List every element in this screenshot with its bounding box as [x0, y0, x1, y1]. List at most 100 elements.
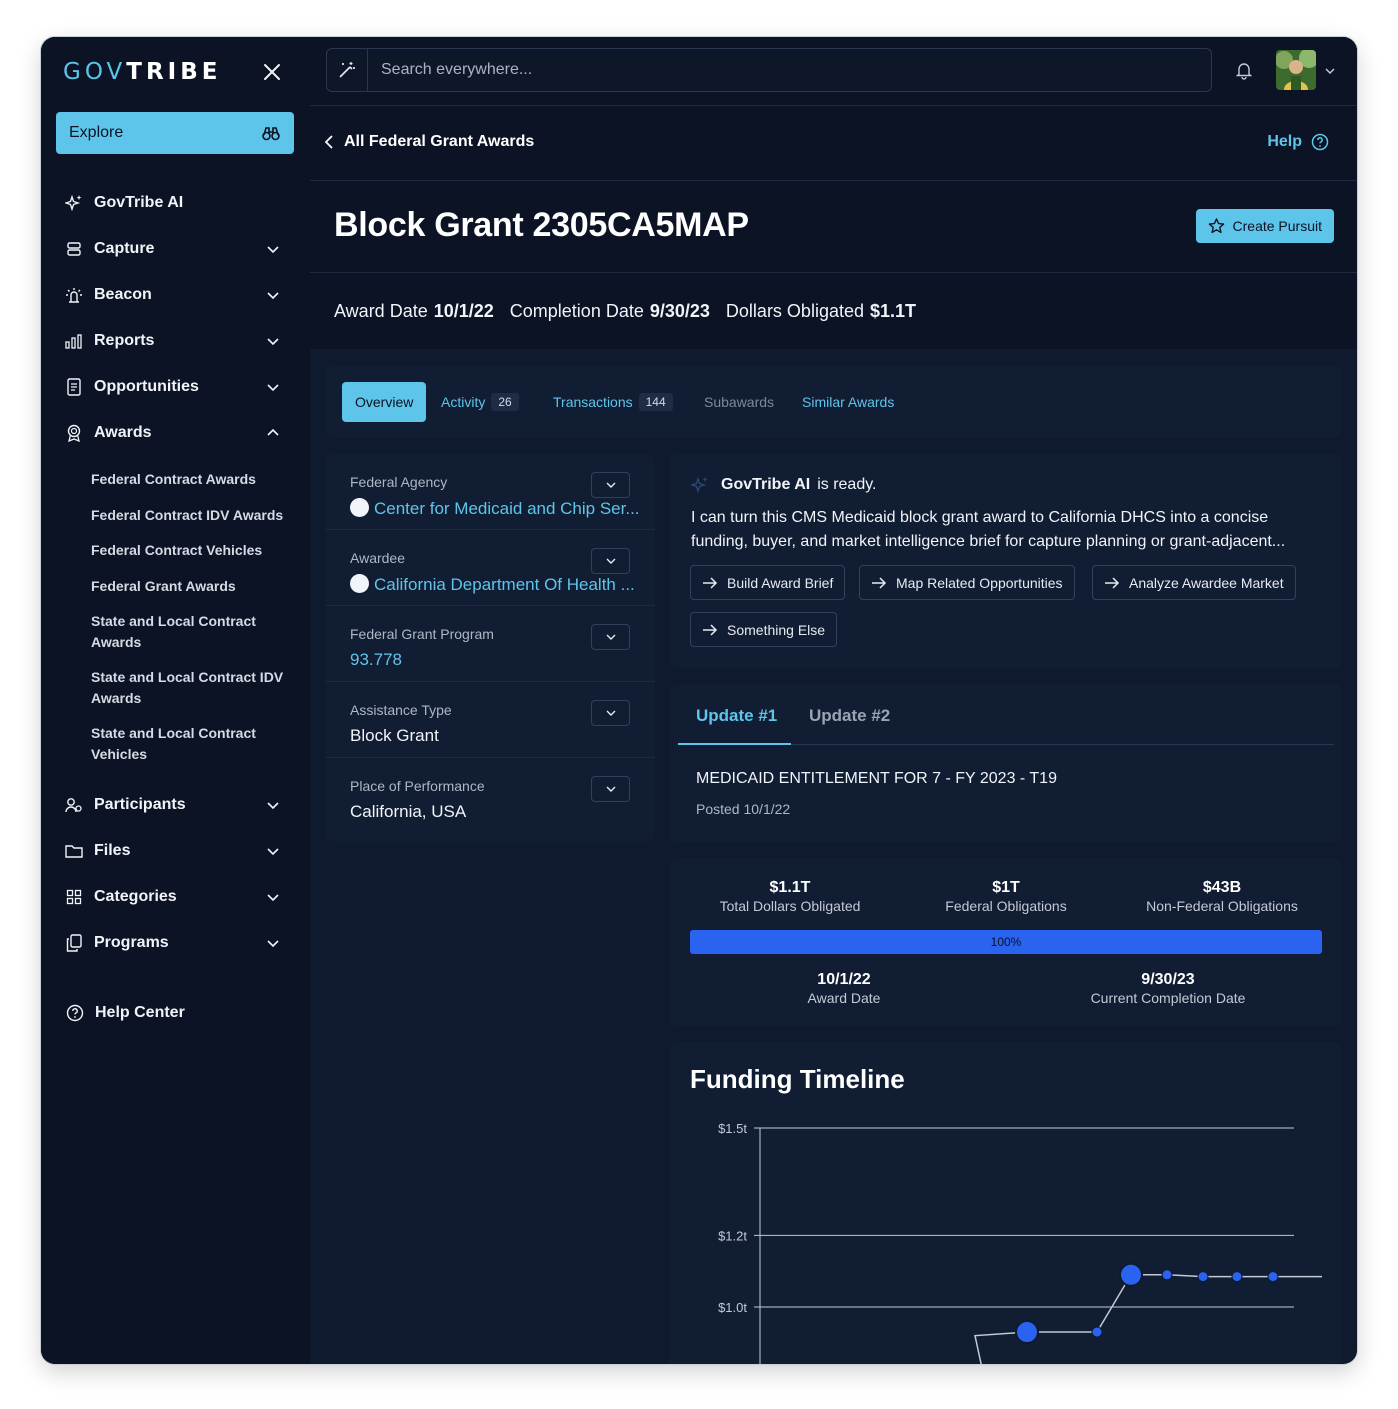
- tab-count-badge: 26: [491, 393, 519, 411]
- stat-total-dollars: $1.1T Total Dollars Obligated: [690, 879, 890, 914]
- tab-similar-awards[interactable]: Similar Awards: [802, 382, 894, 422]
- search-input[interactable]: Search everywhere...: [368, 61, 532, 79]
- tab-update-1[interactable]: Update #1: [696, 706, 777, 726]
- detail-value-text: California Department Of Health ...: [374, 575, 635, 594]
- search-bar[interactable]: Search everywhere...: [326, 48, 1212, 92]
- detail-value: Block Grant: [350, 726, 439, 745]
- sidebar-item-opportunities[interactable]: Opportunities: [65, 374, 281, 400]
- award-date-value: 10/1/22: [433, 301, 494, 321]
- detail-label: Place of Performance: [350, 778, 485, 794]
- build-award-brief-button[interactable]: Build Award Brief: [690, 565, 846, 600]
- expand-button[interactable]: [591, 472, 630, 498]
- y-tick-label: $1.2t: [718, 1228, 747, 1243]
- create-pursuit-button[interactable]: Create Pursuit: [1195, 209, 1334, 243]
- sparkles-icon: [65, 194, 83, 212]
- progress-bar-fill: 100%: [690, 930, 1322, 954]
- map-related-opportunities-button[interactable]: Map Related Opportunities: [859, 565, 1075, 600]
- govtribe-logo[interactable]: GOVTRIBE: [63, 59, 221, 85]
- update-posted-date: Posted 10/1/22: [696, 801, 791, 817]
- govtribe-ai-card: GovTribe AI is ready. I can turn this CM…: [670, 454, 1342, 668]
- sidebar-subitem-federal-contract-awards[interactable]: Federal Contract Awards: [91, 469, 291, 490]
- tab-subawards[interactable]: Subawards: [704, 382, 774, 422]
- tab-activity[interactable]: Activity 26: [441, 382, 519, 422]
- series-line: [974, 1274, 1322, 1364]
- chevron-down-icon: [606, 786, 615, 792]
- sidebar-item-categories[interactable]: Categories: [65, 884, 281, 910]
- sidebar-item-govtribe-ai[interactable]: GovTribe AI: [65, 190, 281, 216]
- sidebar-item-files[interactable]: Files: [65, 838, 281, 864]
- award-icon: [65, 424, 83, 442]
- logo-gov: GOV: [63, 59, 127, 85]
- help-circle-icon: [1311, 133, 1329, 151]
- back-link[interactable]: All Federal Grant Awards: [324, 133, 534, 151]
- detail-value[interactable]: California Department Of Health ...: [350, 574, 635, 595]
- stat-label: Current Completion Date: [1090, 990, 1246, 1006]
- chip-label: Analyze Awardee Market: [1129, 574, 1284, 591]
- expand-button[interactable]: [591, 548, 630, 574]
- sidebar-item-label: Files: [94, 842, 131, 859]
- arrow-right-icon: [872, 576, 887, 589]
- detail-federal-grant-program: Federal Grant Program 93.778: [326, 606, 655, 682]
- funding-timeline-chart: $1.5t $1.2t $1.0t: [718, 1121, 1322, 1364]
- stat-value: 10/1/22: [817, 971, 871, 988]
- detail-label: Federal Agency: [350, 474, 448, 490]
- detail-label: Assistance Type: [350, 702, 452, 718]
- sidebar-subitem-federal-grant-awards[interactable]: Federal Grant Awards: [91, 576, 291, 597]
- expand-button[interactable]: [591, 700, 630, 726]
- analyze-awardee-market-button[interactable]: Analyze Awardee Market: [1092, 565, 1296, 600]
- data-point: [1119, 1262, 1143, 1287]
- help-circle-icon: [66, 1004, 84, 1022]
- chevron-down-icon[interactable]: [1323, 64, 1337, 78]
- chip-label: Map Related Opportunities: [896, 574, 1063, 591]
- detail-federal-agency: Federal Agency Center for Medicaid and C…: [326, 454, 655, 530]
- tab-update-2[interactable]: Update #2: [809, 706, 890, 726]
- help-center-link[interactable]: Help Center: [66, 1000, 282, 1026]
- sidebar-item-reports[interactable]: Reports: [65, 328, 281, 354]
- database-icon: [65, 240, 83, 258]
- sidebar-subitem-state-local-contract-awards[interactable]: State and Local Contract Awards: [91, 611, 291, 653]
- beacon-icon: [65, 286, 83, 304]
- chevron-down-icon: [267, 384, 279, 392]
- ai-name: GovTribe AI: [721, 476, 811, 493]
- avatar[interactable]: [1276, 50, 1316, 90]
- award-summary: Award Date 10/1/22 Completion Date 9/30/…: [334, 301, 932, 322]
- expand-button[interactable]: [591, 624, 630, 650]
- tab-overview[interactable]: Overview: [342, 382, 427, 422]
- sidebar-item-participants[interactable]: Participants: [65, 792, 281, 818]
- sidebar-item-beacon[interactable]: Beacon: [65, 282, 281, 308]
- detail-label: Awardee: [350, 550, 406, 566]
- help-link[interactable]: Help: [1267, 133, 1329, 151]
- something-else-button[interactable]: Something Else: [690, 612, 838, 647]
- detail-value[interactable]: Center for Medicaid and Chip Ser...: [350, 498, 640, 519]
- explore-button[interactable]: Explore: [56, 112, 294, 154]
- ai-message: I can turn this CMS Medicaid block grant…: [691, 509, 1286, 550]
- chevron-down-icon: [267, 246, 279, 254]
- tab-transactions[interactable]: Transactions 144: [553, 382, 673, 422]
- sidebar-item-label: Opportunities: [94, 378, 199, 395]
- stat-label: Non-Federal Obligations: [1146, 898, 1298, 914]
- create-pursuit-label: Create Pursuit: [1232, 218, 1322, 234]
- sidebar-item-programs[interactable]: Programs: [65, 930, 281, 956]
- chevron-up-icon: [267, 428, 279, 436]
- data-point: [1091, 1326, 1103, 1338]
- sidebar-subitem-state-local-contract-vehicles[interactable]: State and Local Contract Vehicles: [91, 723, 291, 765]
- star-icon: [1208, 218, 1224, 234]
- close-icon[interactable]: [261, 61, 283, 83]
- sidebar-subitem-state-local-contract-idv-awards[interactable]: State and Local Contract IDV Awards: [91, 667, 291, 709]
- page-title: Block Grant 2305CA5MAP: [334, 206, 749, 244]
- detail-value[interactable]: 93.778: [350, 650, 402, 670]
- sidebar-item-label: Beacon: [94, 286, 152, 303]
- data-point: [1267, 1271, 1279, 1283]
- data-point: [1015, 1320, 1039, 1345]
- bell-icon[interactable]: [1234, 60, 1254, 80]
- sidebar-item-capture[interactable]: Capture: [65, 236, 281, 262]
- chevron-down-icon: [267, 848, 279, 856]
- sidebar-subitem-federal-contract-vehicles[interactable]: Federal Contract Vehicles: [91, 540, 291, 561]
- sidebar-subitem-federal-contract-idv-awards[interactable]: Federal Contract IDV Awards: [91, 505, 291, 526]
- document-icon: [65, 378, 83, 396]
- magic-wand-icon[interactable]: [327, 49, 368, 91]
- sidebar-item-awards[interactable]: Awards: [65, 420, 281, 446]
- data-point: [1231, 1271, 1243, 1283]
- sidebar-item-label: Reports: [94, 332, 155, 349]
- expand-button[interactable]: [591, 776, 630, 802]
